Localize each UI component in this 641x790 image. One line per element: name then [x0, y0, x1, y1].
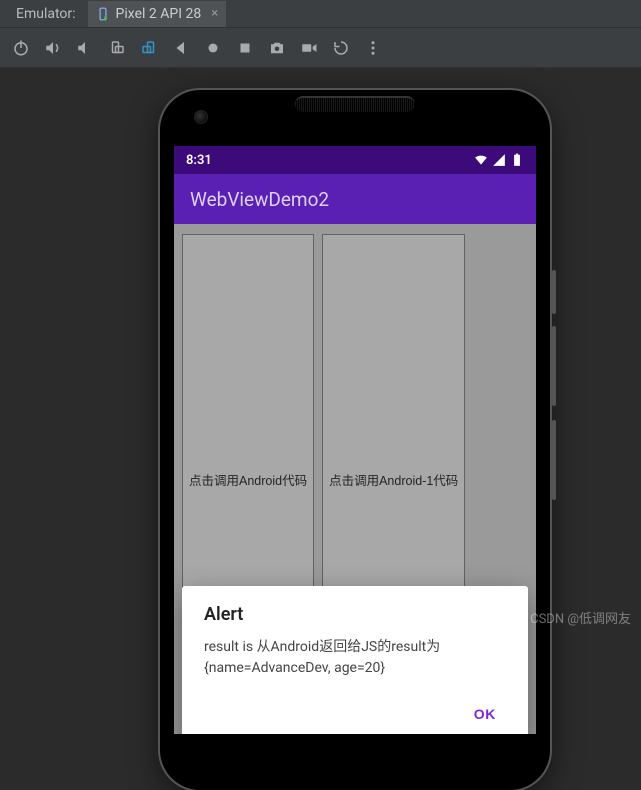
- phone-screen: 8:31 WebViewDemo2 点击调用Android代码 点击调用Andr…: [174, 146, 536, 734]
- back-icon[interactable]: [170, 37, 192, 59]
- alert-dialog: Alert result is 从Android返回给JS的result为{na…: [182, 586, 528, 734]
- emulator-stage: 8:31 WebViewDemo2 点击调用Android代码 点击调用Andr…: [0, 68, 641, 633]
- dialog-message: result is 从Android返回给JS的result为{name=Adv…: [204, 637, 506, 678]
- phone-frame: 8:31 WebViewDemo2 点击调用Android代码 点击调用Andr…: [160, 90, 550, 790]
- home-icon[interactable]: [202, 37, 224, 59]
- dialog-ok-button[interactable]: OK: [464, 700, 506, 728]
- device-icon: [96, 7, 110, 21]
- battery-icon: [510, 153, 524, 167]
- dialog-title: Alert: [204, 604, 506, 625]
- wifi-icon: [474, 153, 488, 167]
- signal-icon: [492, 153, 506, 167]
- status-bar: 8:31: [174, 146, 536, 174]
- power-icon[interactable]: [10, 37, 32, 59]
- app-bar: WebViewDemo2: [174, 174, 536, 224]
- volume-up-icon[interactable]: [42, 37, 64, 59]
- record-icon[interactable]: [298, 37, 320, 59]
- emulator-tab[interactable]: Pixel 2 API 28 ×: [88, 1, 227, 27]
- webview-content: 点击调用Android代码 点击调用Android-1代码 Alert resu…: [174, 224, 536, 734]
- status-time: 8:31: [186, 153, 212, 168]
- overview-icon[interactable]: [234, 37, 256, 59]
- front-camera: [194, 110, 208, 124]
- app-title: WebViewDemo2: [190, 188, 329, 211]
- rotate-left-icon[interactable]: [106, 37, 128, 59]
- speaker-grill: [295, 96, 415, 112]
- restore-icon[interactable]: [330, 37, 352, 59]
- emulator-toolbar: [0, 28, 641, 68]
- volume-down-icon[interactable]: [74, 37, 96, 59]
- emulator-tab-label: Pixel 2 API 28: [116, 6, 202, 22]
- close-icon[interactable]: ×: [207, 6, 218, 21]
- more-icon[interactable]: [362, 37, 384, 59]
- status-icons: [474, 153, 524, 167]
- screenshot-icon[interactable]: [266, 37, 288, 59]
- emulator-label: Emulator:: [16, 6, 76, 22]
- emulator-tabbar: Emulator: Pixel 2 API 28 ×: [0, 0, 641, 28]
- rotate-right-icon[interactable]: [138, 37, 160, 59]
